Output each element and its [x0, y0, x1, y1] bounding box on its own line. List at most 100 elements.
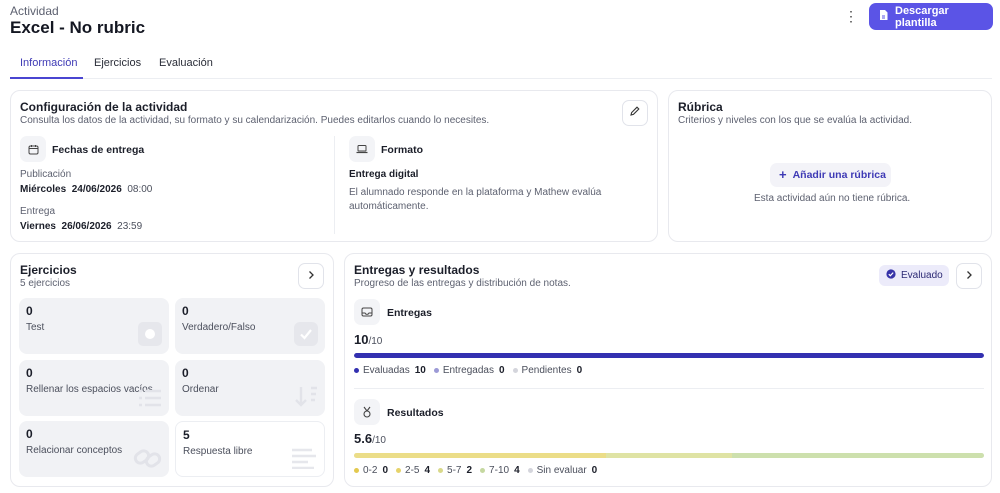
status-badge: Evaluado — [879, 265, 949, 286]
legend-dot — [512, 368, 518, 373]
tile-count: 5 — [183, 428, 190, 442]
config-subtitle: Consulta los datos de la actividad, su f… — [20, 115, 490, 126]
grade-segment-7-10 — [732, 453, 984, 458]
rubric-empty-text: Esta actividad aún no tiene rúbrica. — [754, 193, 911, 204]
add-rubric-label: Añadir una rúbrica — [792, 169, 886, 181]
publication-time: 08:00 — [127, 184, 153, 195]
activity-config-card: Configuración de la actividad Consulta l… — [10, 90, 658, 242]
exercises-title: Ejercicios — [20, 263, 77, 277]
exercise-tile-test[interactable]: 0 Test — [19, 298, 169, 354]
legend-count: 2 — [466, 465, 473, 476]
more-options-icon[interactable]: ⋮ — [842, 7, 860, 25]
grades-value: 5.6/10 — [354, 431, 386, 446]
sort-icon — [293, 385, 319, 414]
publication-value: Miércoles 24/06/2026 08:00 — [20, 184, 152, 195]
edit-config-button[interactable] — [622, 100, 648, 126]
list-icon — [137, 387, 163, 414]
legend-count: 0 — [576, 365, 583, 376]
exercises-count: 5 ejercicios — [20, 278, 71, 289]
open-exercises-button[interactable] — [298, 263, 324, 289]
tile-count: 0 — [26, 427, 33, 441]
publication-date: 24/06/2026 — [71, 184, 122, 195]
results-divider — [354, 388, 984, 389]
plus-icon: + — [779, 167, 787, 182]
laptop-icon — [349, 136, 375, 162]
delivery-time: 23:59 — [117, 221, 143, 232]
status-badge-label: Evaluado — [901, 270, 943, 281]
publication-label: Publicación — [20, 169, 72, 180]
legend-label: Pendientes — [521, 365, 572, 376]
check-icon — [293, 321, 319, 352]
legend-dot — [527, 468, 533, 473]
exercise-tile-fill-blanks[interactable]: 0 Rellenar los espacios vacíos — [19, 360, 169, 416]
circle-icon — [137, 321, 163, 352]
legend-count: 0 — [382, 465, 389, 476]
chevron-right-icon — [965, 267, 973, 285]
legend-count: 4 — [424, 465, 431, 476]
check-circle-icon — [886, 269, 896, 282]
results-title: Entregas y resultados — [354, 263, 480, 277]
legend-label: 2-5 — [405, 465, 420, 476]
medal-icon — [354, 399, 380, 425]
grades-legend-item: 7-10 4 — [480, 465, 520, 476]
open-results-button[interactable] — [956, 263, 982, 289]
format-heading: Formato — [381, 144, 423, 156]
grades-legend-item: 5-7 2 — [438, 465, 472, 476]
legend-count: 0 — [498, 365, 505, 376]
exercise-tile-true-false[interactable]: 0 Verdadero/Falso — [175, 298, 325, 354]
format-type: Entrega digital — [349, 169, 419, 180]
submissions-total: /10 — [368, 336, 383, 347]
active-tab-indicator — [10, 77, 83, 79]
submissions-progress-fill — [354, 353, 984, 358]
tile-count: 0 — [182, 304, 189, 318]
tab-evaluacion[interactable]: Evaluación — [159, 57, 213, 69]
legend-dot — [354, 368, 359, 373]
legend-label: 7-10 — [489, 465, 510, 476]
config-title: Configuración de la actividad — [20, 100, 188, 114]
grades-legend: 0-2 0 2-5 4 5-7 2 7-10 4 Sin evaluar 0 — [354, 465, 605, 476]
legend-dot — [480, 468, 486, 473]
submissions-heading: Entregas — [387, 307, 432, 319]
tile-count: 0 — [182, 366, 189, 380]
download-template-label: Descargar plantilla — [895, 4, 949, 29]
legend-count: 10 — [414, 365, 426, 376]
legend-label: 5-7 — [447, 465, 462, 476]
tile-label: Relacionar conceptos — [26, 445, 123, 456]
submissions-count: 10 — [354, 332, 369, 347]
grades-distribution-bar — [354, 453, 984, 458]
grade-segment-5-7 — [606, 453, 732, 458]
grades-total: /10 — [372, 435, 386, 446]
link-icon — [133, 446, 163, 475]
delivery-label: Entrega — [20, 206, 56, 217]
grades-legend-item: 0-2 0 — [354, 465, 388, 476]
page-title: Excel - No rubric — [10, 18, 146, 37]
legend-dot — [354, 468, 359, 473]
download-template-button[interactable]: Descargar plantilla — [869, 3, 993, 30]
rubric-title: Rúbrica — [678, 100, 723, 114]
legend-dot — [433, 368, 439, 373]
tile-label: Respuesta libre — [183, 446, 253, 457]
format-description-line2: automáticamente. — [349, 201, 429, 212]
tile-label: Test — [26, 322, 45, 333]
format-description-line1: El alumnado responde en la plataforma y … — [349, 187, 602, 198]
dates-heading: Fechas de entrega — [52, 144, 145, 156]
tab-ejercicios[interactable]: Ejercicios — [94, 57, 141, 69]
inbox-icon — [354, 299, 380, 325]
tile-count: 0 — [26, 304, 33, 318]
legend-label: Evaluadas — [363, 365, 410, 376]
publication-day: Miércoles — [20, 184, 67, 195]
tab-informacion[interactable]: Información — [20, 57, 77, 69]
exercise-tile-free-answer[interactable]: 5 Respuesta libre — [175, 421, 325, 477]
submissions-legend-item: Entregadas 0 — [433, 365, 505, 376]
tile-label: Rellenar los espacios vacíos — [26, 384, 153, 395]
legend-dot — [438, 468, 444, 473]
grades-legend-item: Sin evaluar 0 — [527, 465, 597, 476]
submissions-legend-item: Evaluadas 10 — [354, 365, 426, 376]
grades-average: 5.6 — [354, 431, 373, 446]
legend-label: Sin evaluar — [536, 465, 587, 476]
add-rubric-button[interactable]: + Añadir una rúbrica — [770, 163, 891, 187]
exercise-tile-order[interactable]: 0 Ordenar — [175, 360, 325, 416]
grades-legend-item: 2-5 4 — [396, 465, 430, 476]
legend-label: 0-2 — [363, 465, 378, 476]
exercise-tile-match-concepts[interactable]: 0 Relacionar conceptos — [19, 421, 169, 477]
